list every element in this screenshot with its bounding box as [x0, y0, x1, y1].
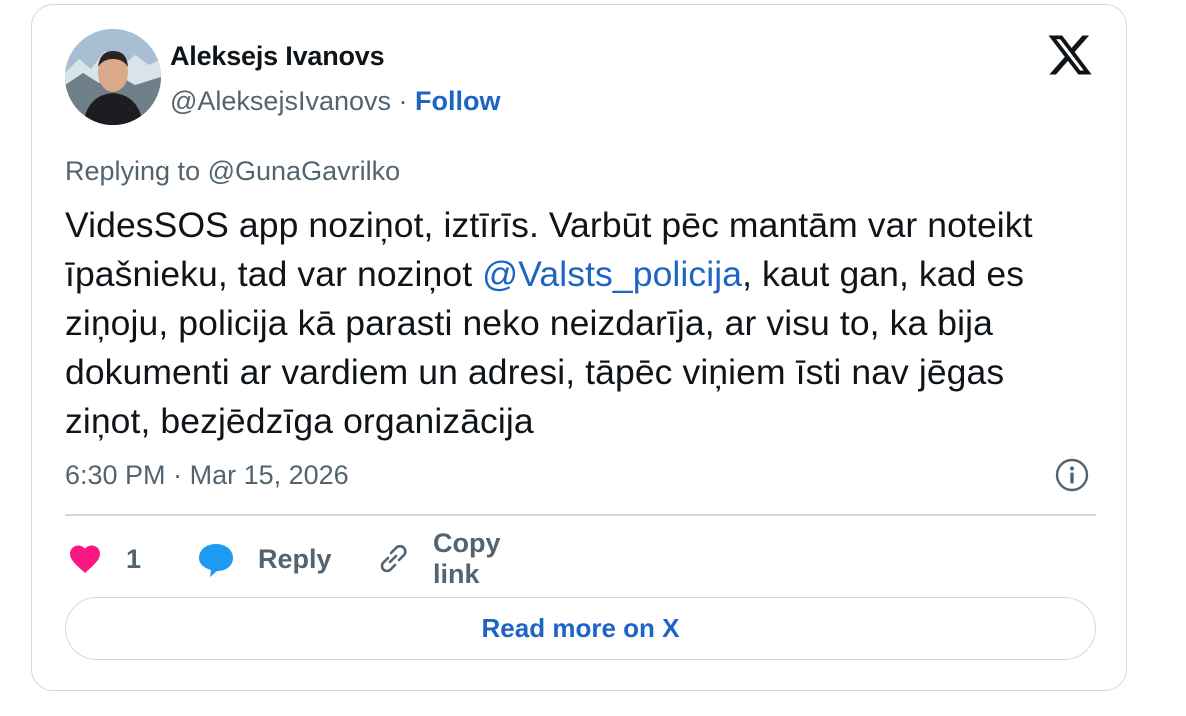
tweet-mention[interactable]: @Valsts_policija	[482, 254, 742, 294]
like-button[interactable]: 1	[67, 537, 141, 581]
link-icon	[373, 539, 413, 579]
timestamp-separator: ·	[173, 460, 183, 490]
reply-button[interactable]: Reply	[196, 537, 332, 581]
heart-icon	[67, 541, 103, 577]
timestamp-date: Mar 15, 2026	[189, 460, 349, 490]
tweet-text: VidesSOS app noziņot, iztīrīs. Varbūt pē…	[65, 201, 1075, 446]
tweet-timestamp[interactable]: 6:30 PM · Mar 15, 2026	[65, 460, 349, 491]
info-icon[interactable]	[1054, 457, 1090, 493]
copy-link-button[interactable]: Copy link	[373, 528, 501, 589]
avatar-photo	[65, 29, 161, 125]
reply-label: Reply	[258, 543, 332, 574]
read-more-on-x-button[interactable]: Read more on X	[65, 597, 1096, 660]
copy-link-label: Copy link	[433, 528, 501, 589]
author-name[interactable]: Aleksejs Ivanovs	[170, 41, 385, 72]
follow-button[interactable]: Follow	[415, 86, 500, 116]
x-logo-icon[interactable]	[1046, 31, 1094, 79]
tweet-embed-card: Aleksejs Ivanovs @AleksejsIvanovs · Foll…	[31, 4, 1127, 691]
author-handle-line: @AleksejsIvanovs · Follow	[170, 86, 501, 117]
avatar[interactable]	[65, 29, 161, 125]
replying-handle[interactable]: @GunaGavrilko	[208, 156, 400, 186]
reply-bubble-icon	[196, 539, 236, 579]
divider	[65, 514, 1096, 516]
author-handle[interactable]: @AleksejsIvanovs	[170, 86, 391, 116]
replying-to: Replying to @GunaGavrilko	[65, 156, 400, 187]
like-count: 1	[126, 543, 142, 574]
handle-separator: ·	[398, 86, 408, 116]
replying-prefix: Replying to	[65, 156, 201, 186]
timestamp-time: 6:30 PM	[65, 460, 166, 490]
